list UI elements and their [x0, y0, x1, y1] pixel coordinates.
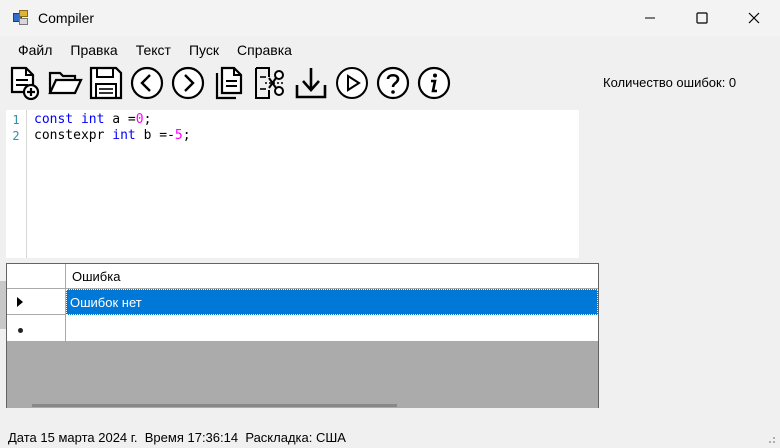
undo-button[interactable]: [126, 63, 167, 103]
code-keyword: const: [34, 112, 74, 127]
status-time: Время 17:36:14: [144, 429, 239, 445]
code-number: 5: [174, 128, 183, 143]
code-token: ;: [143, 112, 152, 127]
code-token: ;: [182, 128, 191, 143]
cut-button[interactable]: [249, 63, 290, 103]
menu-edit[interactable]: Правка: [64, 42, 129, 58]
error-count-label: Количество ошибок: 0: [603, 75, 737, 90]
chevron-left-icon: [130, 66, 163, 100]
column-header-error[interactable]: Ошибка: [66, 264, 598, 289]
play-icon: [335, 67, 368, 99]
status-date: Дата 15 марта 2024 г.: [8, 429, 138, 445]
copy-button[interactable]: [208, 63, 249, 103]
minimize-button[interactable]: [624, 0, 676, 36]
save-icon: [89, 66, 122, 100]
menu-run[interactable]: Пуск: [183, 42, 231, 58]
line-number-gutter: 1 2: [6, 110, 27, 258]
maximize-button[interactable]: [676, 0, 728, 36]
run-button[interactable]: [331, 63, 372, 103]
window-title: Compiler: [38, 10, 95, 26]
paste-button[interactable]: [290, 63, 331, 103]
chevron-right-icon: [171, 66, 204, 100]
redo-button[interactable]: [167, 63, 208, 103]
help-button[interactable]: [372, 63, 413, 103]
download-icon: [295, 68, 326, 99]
code-token: constexpr: [34, 128, 113, 143]
info-button[interactable]: [413, 63, 454, 103]
maximize-icon: [696, 12, 708, 24]
save-button[interactable]: [85, 63, 126, 103]
new-row-header[interactable]: [7, 315, 66, 342]
code-line[interactable]: const int a =0;: [34, 112, 191, 128]
status-bar: Дата 15 марта 2024 г. Время 17:36:14 Рас…: [0, 426, 780, 448]
menu-text[interactable]: Текст: [130, 42, 183, 58]
close-button[interactable]: [728, 0, 780, 36]
close-icon: [748, 12, 760, 24]
new-file-button[interactable]: [3, 63, 44, 103]
code-keyword: int: [80, 112, 105, 127]
code-token: a =: [104, 112, 136, 127]
current-row-arrow-icon: [17, 296, 23, 307]
folder-icon: [47, 71, 83, 95]
info-icon: [417, 66, 450, 100]
code-number: 0: [135, 112, 144, 127]
row-header[interactable]: [7, 289, 66, 315]
grid-cell[interactable]: Ошибок нет: [66, 289, 598, 315]
grid-header-row: Ошибка: [7, 264, 598, 289]
new-row-star-icon: [17, 327, 23, 333]
grid-cell-empty[interactable]: [66, 315, 598, 342]
menu-bar: Файл Правка Текст Пуск Справка: [0, 38, 780, 62]
line-number: 2: [12, 129, 20, 143]
code-text[interactable]: const int a =0; constexpr int b =-5;: [27, 110, 191, 258]
open-button[interactable]: [44, 63, 85, 103]
title-bar: Compiler: [0, 0, 780, 36]
question-icon: [376, 66, 409, 100]
app-icon: [13, 10, 29, 26]
toolbar: [3, 63, 454, 103]
code-keyword: int: [112, 128, 136, 143]
new-file-icon: [10, 66, 39, 101]
new-row[interactable]: [7, 315, 598, 342]
code-token: b =-: [135, 128, 175, 143]
menu-file[interactable]: Файл: [12, 42, 64, 58]
code-editor[interactable]: 1 2 const int a =0; constexpr int b =-5;: [6, 110, 579, 258]
horizontal-scrollbar[interactable]: [32, 404, 397, 407]
table-row[interactable]: Ошибок нет: [7, 289, 598, 315]
menu-help[interactable]: Справка: [231, 42, 304, 58]
resize-grip-icon[interactable]: [766, 434, 776, 444]
errors-grid: Ошибка Ошибок нет: [6, 263, 599, 408]
line-number: 1: [12, 113, 20, 127]
grid-corner-header[interactable]: [7, 264, 66, 289]
code-line[interactable]: constexpr int b =-5;: [34, 128, 191, 144]
scissors-icon: [254, 67, 285, 99]
status-keyboard-layout: Раскладка: США: [245, 429, 346, 445]
copy-icon: [215, 66, 242, 100]
minimize-icon: [645, 17, 655, 19]
